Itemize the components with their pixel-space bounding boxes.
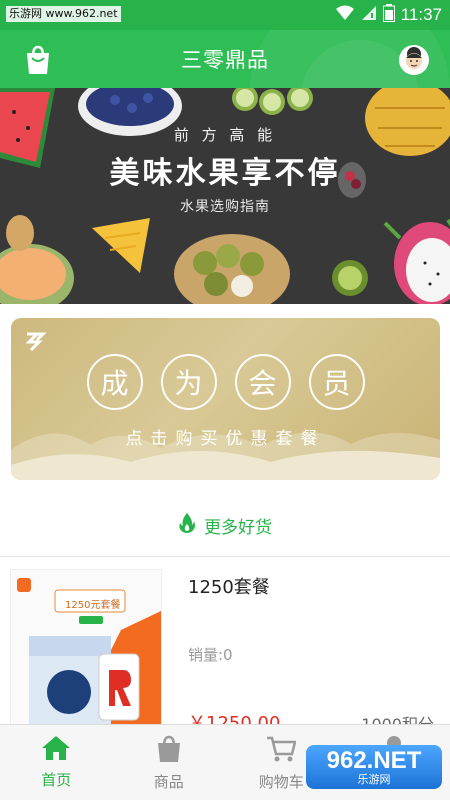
wifi-icon	[335, 5, 355, 25]
logo-962-subtext: 乐游网	[357, 772, 391, 786]
member-card[interactable]: 成 为 会 员 点击购买优惠套餐	[11, 318, 440, 480]
cart-icon	[266, 735, 297, 767]
nav-label-products: 商品	[153, 773, 184, 791]
more-goods-header[interactable]: 更多好货	[0, 500, 450, 550]
member-char: 员	[308, 354, 365, 410]
member-subtitle: 点击购买优惠套餐	[125, 429, 326, 449]
member-char: 为	[160, 354, 217, 410]
flame-icon	[178, 512, 196, 538]
member-chars: 成 为 会 员	[11, 354, 440, 410]
more-goods-label: 更多好货	[204, 517, 272, 538]
hero-banner[interactable]: 前 方 高 能 美味水果享不停 水果选购指南	[0, 88, 450, 304]
app-screen: 乐游网 www.962.net 11:37 三零鼎品 前 方 高 能 美味水果享…	[0, 0, 450, 800]
nav-label-cart: 购物车	[258, 773, 304, 791]
product-item[interactable]: 1250元套餐 1250套餐 销量:0 ￥1250.00 1000积分	[0, 557, 450, 737]
member-char: 会	[234, 354, 291, 410]
status-bar: 乐游网 www.962.net 11:37	[0, 0, 450, 30]
hero-kicker: 前 方 高 能	[173, 126, 277, 144]
battery-icon	[382, 4, 395, 26]
hero-subtitle: 水果选购指南	[180, 199, 270, 215]
bag-icon	[155, 735, 183, 767]
user-avatar-icon[interactable]	[396, 42, 432, 78]
signal-icon	[361, 5, 377, 25]
hero-title: 美味水果享不停	[109, 156, 341, 191]
member-char: 成	[86, 354, 143, 410]
app-title: 三零鼎品	[181, 48, 269, 72]
nav-item-products[interactable]: 商品	[113, 725, 226, 800]
product-sales: 销量:0	[188, 646, 233, 664]
home-icon	[41, 735, 71, 765]
product-image-caption: 1250元套餐	[65, 600, 121, 611]
app-header: 三零鼎品	[0, 30, 450, 88]
product-image[interactable]: 1250元套餐	[10, 569, 162, 729]
status-time: 11:37	[400, 5, 442, 24]
product-name[interactable]: 1250套餐	[188, 573, 270, 599]
status-icons: 11:37	[335, 4, 442, 26]
product-package-illustration	[11, 570, 161, 728]
logo-962-text: 962.NET	[326, 746, 422, 774]
watermark-text: 乐游网 www.962.net	[6, 6, 121, 22]
nav-item-home[interactable]: 首页	[0, 725, 113, 800]
site-logo-overlay: 962.NET 乐游网	[306, 745, 442, 789]
nav-label-home: 首页	[41, 771, 72, 789]
